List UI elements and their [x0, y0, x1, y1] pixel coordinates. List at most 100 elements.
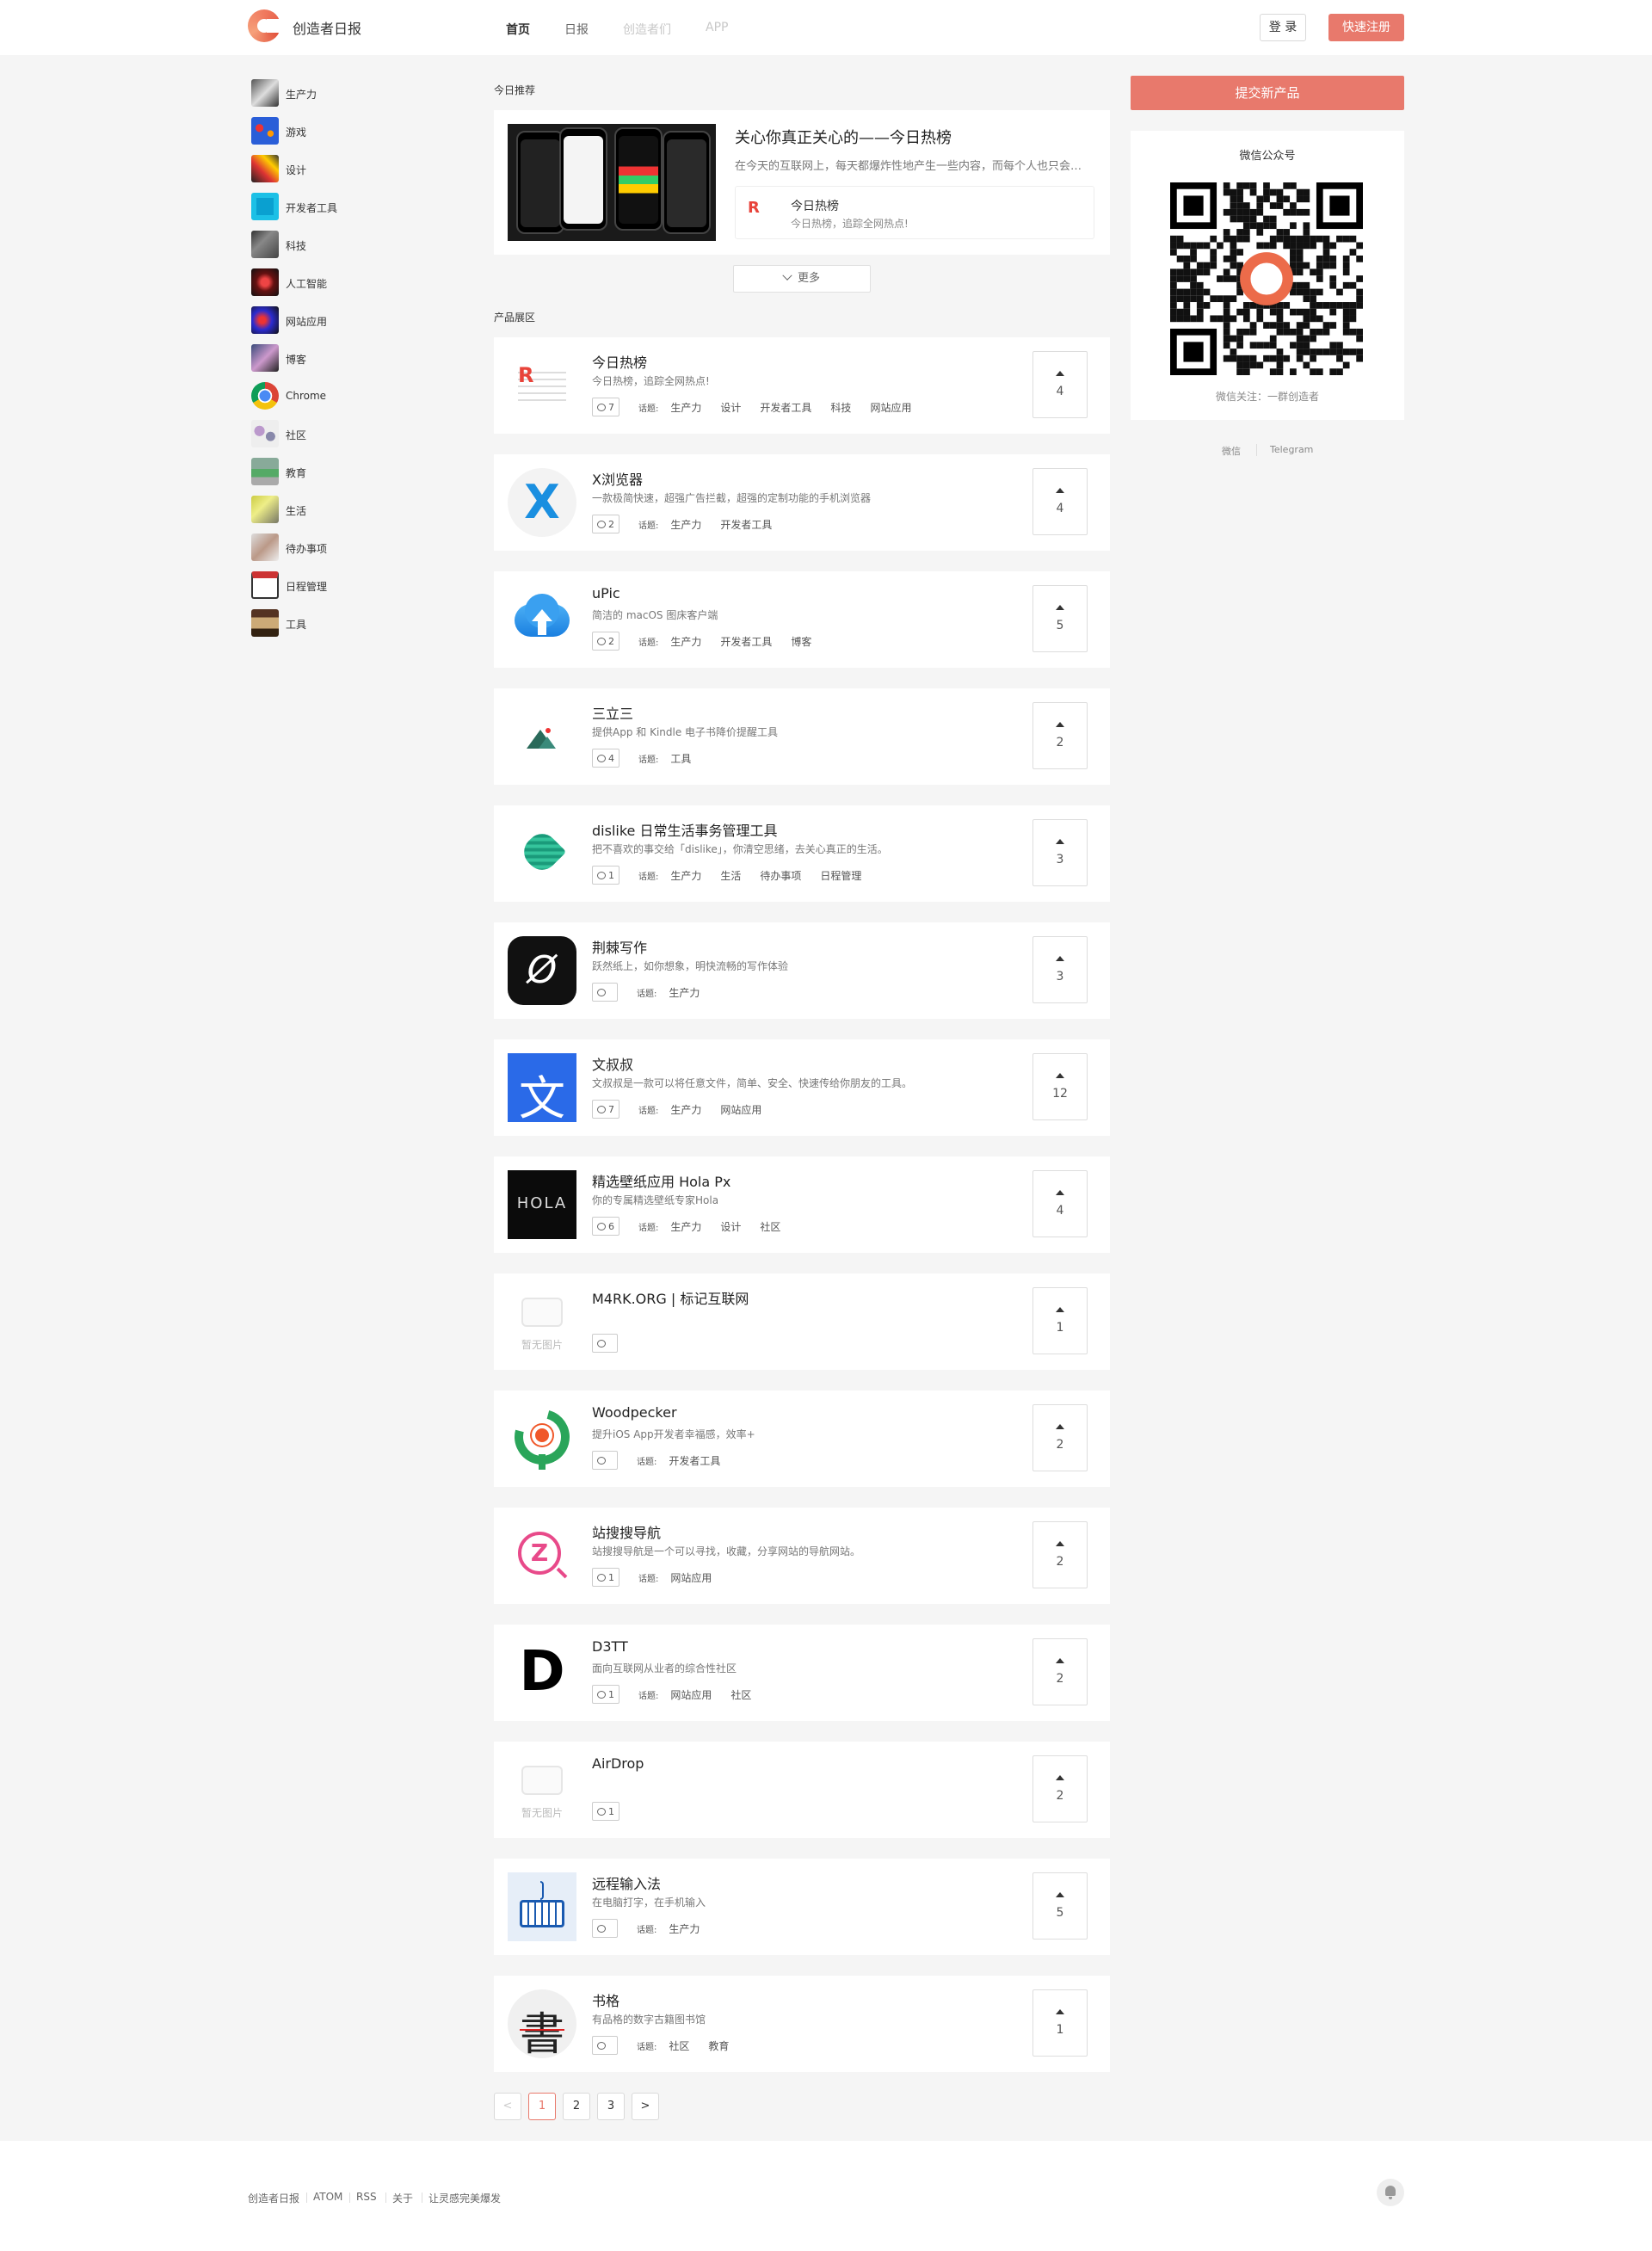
- sidebar-item-education[interactable]: 教育: [251, 458, 423, 485]
- submit-product-button[interactable]: 提交新产品: [1131, 76, 1404, 110]
- nav-daily[interactable]: 日报: [564, 21, 589, 38]
- topic-tag[interactable]: 生产力: [670, 1102, 701, 1117]
- product-title[interactable]: M4RK.ORG | 标记互联网: [592, 1287, 749, 1308]
- sidebar-item-tech[interactable]: 科技: [251, 231, 423, 258]
- featured-product-mini[interactable]: R 今日热榜 今日热榜，追踪全网热点!: [735, 186, 1094, 239]
- upvote-button[interactable]: 3: [1032, 819, 1088, 886]
- footer-link-home[interactable]: 创造者日报: [248, 2191, 299, 2205]
- product-card[interactable]: X X浏览器 一款极简快速，超强广告拦截，超强的定制功能的手机浏览器 2 话题: 生产力 开…: [494, 454, 1110, 551]
- topic-tag[interactable]: 开发者工具: [760, 400, 811, 415]
- product-title[interactable]: 远程输入法: [592, 1872, 661, 1893]
- topic-tag[interactable]: 生产力: [670, 868, 701, 883]
- page-2-button[interactable]: 2: [563, 2093, 590, 2120]
- featured-title[interactable]: 关心你真正关心的——今日热榜: [735, 126, 952, 148]
- product-title[interactable]: uPic: [592, 585, 620, 601]
- comment-button[interactable]: 1: [592, 1685, 620, 1704]
- footer-link-atom[interactable]: ATOM: [313, 2191, 342, 2203]
- next-page-button[interactable]: >: [632, 2093, 659, 2120]
- product-logo[interactable]: 書: [508, 1989, 576, 2058]
- login-button[interactable]: 登 录: [1260, 14, 1306, 41]
- product-card[interactable]: uPic 简洁的 macOS 图床客户端 2 话题: 生产力 开发者工具 博客 5: [494, 571, 1110, 668]
- topic-tag[interactable]: 生产力: [670, 1219, 701, 1234]
- product-logo[interactable]: [508, 1872, 576, 1941]
- upvote-button[interactable]: 2: [1032, 702, 1088, 769]
- comment-button[interactable]: 1: [592, 866, 620, 885]
- wechat-link[interactable]: 微信: [1222, 444, 1241, 458]
- topic-tag[interactable]: 工具: [670, 751, 691, 766]
- product-logo[interactable]: Ø: [508, 936, 576, 1005]
- product-card[interactable]: 三立三 提供App 和 Kindle 电子书降价提醒工具 4 话题: 工具 2: [494, 688, 1110, 785]
- sidebar-item-blog[interactable]: 博客: [251, 344, 423, 372]
- nav-app[interactable]: APP: [706, 21, 728, 34]
- upvote-button[interactable]: 4: [1032, 351, 1088, 418]
- upvote-button[interactable]: 2: [1032, 1638, 1088, 1705]
- product-logo[interactable]: R: [508, 351, 576, 420]
- product-card[interactable]: R 今日热榜 今日热榜，追踪全网热点! 7 话题: 生产力 设计 开发者工具 科技 网站应用 4: [494, 337, 1110, 434]
- topic-tag[interactable]: 生产力: [670, 634, 701, 649]
- sidebar-item-ai[interactable]: 人工智能: [251, 268, 423, 296]
- comment-button[interactable]: [592, 2036, 618, 2055]
- topic-tag[interactable]: 开发者工具: [720, 634, 772, 649]
- register-button[interactable]: 快速注册: [1328, 14, 1404, 41]
- topic-tag[interactable]: 社区: [669, 2038, 689, 2053]
- upvote-button[interactable]: 12: [1032, 1053, 1088, 1120]
- comment-button[interactable]: [592, 1919, 618, 1938]
- sidebar-item-webapps[interactable]: 网站应用: [251, 306, 423, 334]
- topic-tag[interactable]: 社区: [730, 1687, 751, 1702]
- upvote-button[interactable]: 4: [1032, 468, 1088, 535]
- upvote-button[interactable]: 2: [1032, 1755, 1088, 1822]
- brand-name[interactable]: 创造者日报: [293, 17, 361, 38]
- topic-tag[interactable]: 网站应用: [870, 400, 911, 415]
- footer-link-about[interactable]: 关于: [392, 2191, 413, 2205]
- product-title[interactable]: 三立三: [592, 702, 633, 723]
- topic-tag[interactable]: 生产力: [669, 985, 700, 1000]
- product-card[interactable]: Z 站搜搜导航 站搜搜导航是一个可以寻找，收藏，分享网站的导航网站。 1 话题: 网站应用…: [494, 1508, 1110, 1604]
- bell-icon[interactable]: [1377, 2179, 1404, 2206]
- footer-link-rss[interactable]: RSS: [356, 2191, 377, 2203]
- product-title[interactable]: 今日热榜: [592, 351, 647, 372]
- sidebar-item-games[interactable]: 游戏: [251, 117, 423, 145]
- sidebar-item-chrome[interactable]: Chrome: [251, 382, 423, 410]
- product-logo[interactable]: X: [508, 468, 576, 537]
- sidebar-item-life[interactable]: 生活: [251, 496, 423, 523]
- product-logo[interactable]: 暂无图片: [508, 1287, 576, 1356]
- sidebar-item-devtools[interactable]: 开发者工具: [251, 193, 423, 220]
- upvote-button[interactable]: 4: [1032, 1170, 1088, 1237]
- topic-tag[interactable]: 生活: [720, 868, 741, 883]
- product-title[interactable]: X浏览器: [592, 468, 643, 489]
- topic-tag[interactable]: 开发者工具: [720, 517, 772, 532]
- page-3-button[interactable]: 3: [597, 2093, 625, 2120]
- product-logo[interactable]: Z: [508, 1521, 576, 1590]
- page-1-button[interactable]: 1: [528, 2093, 556, 2120]
- prev-page-button[interactable]: <: [494, 2093, 521, 2120]
- product-card[interactable]: 書 书格 有品格的数字古籍图书馆 话题: 社区 教育 1: [494, 1976, 1110, 2072]
- product-card[interactable]: 文 文叔叔 文叔叔是一款可以将任意文件，简单、安全、快速传给你朋友的工具。 7 话题: 生…: [494, 1039, 1110, 1136]
- comment-button[interactable]: 7: [592, 398, 620, 416]
- featured-card[interactable]: 关心你真正关心的——今日热榜 在今天的互联网上，每天都爆炸性地产生一些内容，而每…: [494, 110, 1110, 255]
- topic-tag[interactable]: 博客: [791, 634, 811, 649]
- product-card[interactable]: 暂无图片 AirDrop 1 2: [494, 1742, 1110, 1838]
- product-logo[interactable]: 文: [508, 1053, 576, 1122]
- product-title[interactable]: dislike 日常生活事务管理工具: [592, 819, 777, 840]
- upvote-button[interactable]: 5: [1032, 585, 1088, 652]
- sidebar-item-design[interactable]: 设计: [251, 155, 423, 182]
- sidebar-item-productivity[interactable]: 生产力: [251, 79, 423, 107]
- sidebar-item-schedule[interactable]: 日程管理: [251, 571, 423, 599]
- more-button[interactable]: 更多: [733, 265, 871, 293]
- comment-button[interactable]: 4: [592, 749, 620, 768]
- upvote-button[interactable]: 2: [1032, 1404, 1088, 1471]
- product-logo[interactable]: [508, 1404, 576, 1473]
- product-title[interactable]: 站搜搜导航: [592, 1521, 661, 1542]
- upvote-button[interactable]: 1: [1032, 1287, 1088, 1354]
- product-card[interactable]: D D3TT 面向互联网从业者的综合性社区 1 话题: 网站应用 社区 2: [494, 1625, 1110, 1721]
- comment-button[interactable]: [592, 1451, 618, 1470]
- product-logo[interactable]: HOLA: [508, 1170, 576, 1239]
- topic-tag[interactable]: 生产力: [670, 517, 701, 532]
- topic-tag[interactable]: 网站应用: [720, 1102, 761, 1117]
- product-card[interactable]: 暂无图片 M4RK.ORG | 标记互联网 1: [494, 1274, 1110, 1370]
- product-logo[interactable]: [508, 585, 576, 654]
- nav-creators[interactable]: 创造者们: [623, 21, 671, 38]
- nav-home[interactable]: 首页: [506, 21, 530, 38]
- sidebar-item-tools[interactable]: 工具: [251, 609, 423, 637]
- topic-tag[interactable]: 设计: [720, 400, 741, 415]
